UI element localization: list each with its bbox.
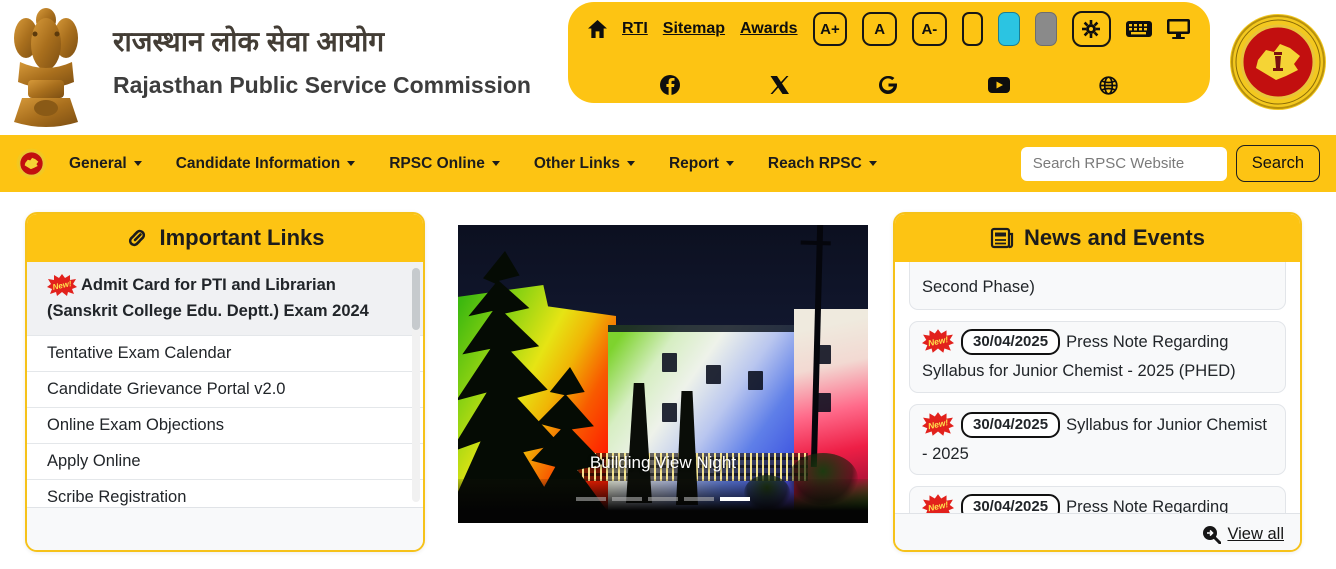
theme-swatch-gray[interactable] bbox=[1035, 12, 1057, 46]
header-toolbar: RTI Sitemap Awards A+ A A- bbox=[568, 2, 1210, 103]
carousel-indicator-1[interactable] bbox=[576, 497, 606, 501]
carousel-indicators bbox=[576, 497, 750, 501]
view-all-link[interactable]: View all bbox=[1202, 525, 1284, 544]
news-date-badge: 30/04/2025 bbox=[961, 494, 1060, 513]
important-link-item[interactable]: Tentative Exam Calendar bbox=[27, 336, 423, 372]
theme-swatch-yellow[interactable] bbox=[962, 12, 984, 46]
nav-item-report[interactable]: Report bbox=[669, 155, 734, 173]
nav-item-rpsc-online[interactable]: RPSC Online bbox=[389, 155, 500, 173]
foreground-ground bbox=[458, 479, 868, 523]
site-title-hindi: राजस्थान लोक सेवा आयोग bbox=[113, 22, 531, 60]
important-links-list: New! Admit Card for PTI and Librarian (S… bbox=[27, 262, 423, 507]
important-link-item[interactable]: Scribe Registration bbox=[27, 480, 423, 507]
carousel-indicator-4[interactable] bbox=[684, 497, 714, 501]
news-events-header: News and Events bbox=[895, 214, 1300, 262]
new-badge-icon: New! bbox=[922, 494, 954, 513]
google-icon[interactable] bbox=[878, 75, 898, 95]
youtube-icon[interactable] bbox=[988, 77, 1010, 93]
accessibility-toolbar: RTI Sitemap Awards A+ A A- bbox=[588, 11, 1190, 47]
link-icon bbox=[125, 226, 149, 250]
ashoka-emblem-logo bbox=[8, 4, 84, 128]
building-window bbox=[662, 403, 677, 422]
news-footer: View all bbox=[895, 513, 1300, 552]
news-events-title: News and Events bbox=[1024, 225, 1205, 251]
important-link-item[interactable]: Candidate Grievance Portal v2.0 bbox=[27, 372, 423, 408]
news-item[interactable]: New! 30/04/2025Press Note Regarding Syll… bbox=[909, 486, 1286, 513]
home-icon[interactable] bbox=[588, 20, 607, 38]
news-date-badge: 30/04/2025 bbox=[961, 329, 1060, 356]
magnifier-arrow-icon bbox=[1202, 525, 1221, 544]
search-area: Search bbox=[1021, 145, 1320, 182]
newspaper-icon bbox=[990, 226, 1014, 250]
important-links-header: Important Links bbox=[27, 214, 423, 262]
site-title-english: Rajasthan Public Service Commission bbox=[113, 72, 531, 99]
search-input[interactable] bbox=[1021, 147, 1227, 181]
nav-item-other-links[interactable]: Other Links bbox=[534, 155, 635, 173]
photo-carousel[interactable]: Building View Night bbox=[458, 225, 868, 523]
rpsc-homepage: राजस्थान लोक सेवा आयोग Rajasthan Public … bbox=[0, 0, 1336, 569]
font-normal-button[interactable]: A bbox=[862, 12, 897, 46]
important-link-item[interactable]: Apply Online bbox=[27, 444, 423, 480]
news-events-card: News and Events Second Phase) New! 30/04… bbox=[893, 212, 1302, 552]
important-link-label: Admit Card for PTI and Librarian (Sanskr… bbox=[47, 276, 369, 320]
nav-menu: General Candidate Information RPSC Onlin… bbox=[69, 155, 877, 173]
font-increase-button[interactable]: A+ bbox=[813, 12, 848, 46]
keyboard-icon[interactable] bbox=[1126, 20, 1152, 38]
settings-button[interactable] bbox=[1072, 11, 1111, 47]
rpsc-seal-logo bbox=[1228, 12, 1328, 112]
rti-link[interactable]: RTI bbox=[622, 20, 648, 38]
view-all-label: View all bbox=[1227, 525, 1284, 544]
nav-item-candidate-information[interactable]: Candidate Information bbox=[176, 155, 355, 173]
news-item-partial[interactable]: Second Phase) bbox=[909, 262, 1286, 310]
awards-link[interactable]: Awards bbox=[740, 20, 798, 38]
nav-item-reach-rpsc[interactable]: Reach RPSC bbox=[768, 155, 877, 173]
nav-item-general[interactable]: General bbox=[69, 155, 142, 173]
navbar-seal-icon[interactable] bbox=[16, 148, 47, 179]
site-header: राजस्थान लोक सेवा आयोग Rajasthan Public … bbox=[0, 0, 1336, 135]
monitor-icon[interactable] bbox=[1167, 19, 1190, 39]
gear-icon bbox=[1081, 19, 1101, 39]
important-links-footer bbox=[27, 507, 423, 552]
news-list: Second Phase) New! 30/04/2025Press Note … bbox=[895, 262, 1300, 513]
theme-swatch-cyan[interactable] bbox=[998, 12, 1020, 46]
important-links-title: Important Links bbox=[159, 225, 324, 251]
search-button[interactable]: Search bbox=[1236, 145, 1320, 182]
facebook-icon[interactable] bbox=[660, 75, 680, 95]
social-toolbar bbox=[588, 75, 1190, 95]
globe-icon[interactable] bbox=[1099, 76, 1118, 95]
site-titles: राजस्थान लोक सेवा आयोग Rajasthan Public … bbox=[113, 22, 531, 99]
x-twitter-icon[interactable] bbox=[770, 76, 789, 94]
important-links-card: Important Links New! Admit Card for PTI … bbox=[25, 212, 425, 552]
important-link-item[interactable]: New! Admit Card for PTI and Librarian (S… bbox=[27, 262, 423, 336]
news-date-badge: 30/04/2025 bbox=[961, 412, 1060, 439]
new-badge-icon: New! bbox=[922, 329, 954, 353]
links-scrollbar-thumb[interactable] bbox=[412, 268, 420, 330]
news-item[interactable]: New! 30/04/2025Press Note Regarding Syll… bbox=[909, 321, 1286, 393]
font-decrease-button[interactable]: A- bbox=[912, 12, 947, 46]
building-window bbox=[706, 365, 721, 384]
sitemap-link[interactable]: Sitemap bbox=[663, 20, 725, 38]
main-navbar: General Candidate Information RPSC Onlin… bbox=[0, 135, 1336, 192]
important-link-item[interactable]: Online Exam Objections bbox=[27, 408, 423, 444]
carousel-indicator-3[interactable] bbox=[648, 497, 678, 501]
news-item[interactable]: New! 30/04/2025Syllabus for Junior Chemi… bbox=[909, 404, 1286, 476]
carousel-indicator-5[interactable] bbox=[720, 497, 750, 501]
building-window bbox=[662, 353, 677, 372]
links-scrollbar[interactable] bbox=[412, 266, 420, 502]
new-badge-icon: New! bbox=[47, 274, 77, 296]
building-window bbox=[748, 371, 763, 390]
carousel-caption: Building View Night bbox=[458, 453, 868, 473]
carousel-indicator-2[interactable] bbox=[612, 497, 642, 501]
new-badge-icon: New! bbox=[922, 412, 954, 436]
